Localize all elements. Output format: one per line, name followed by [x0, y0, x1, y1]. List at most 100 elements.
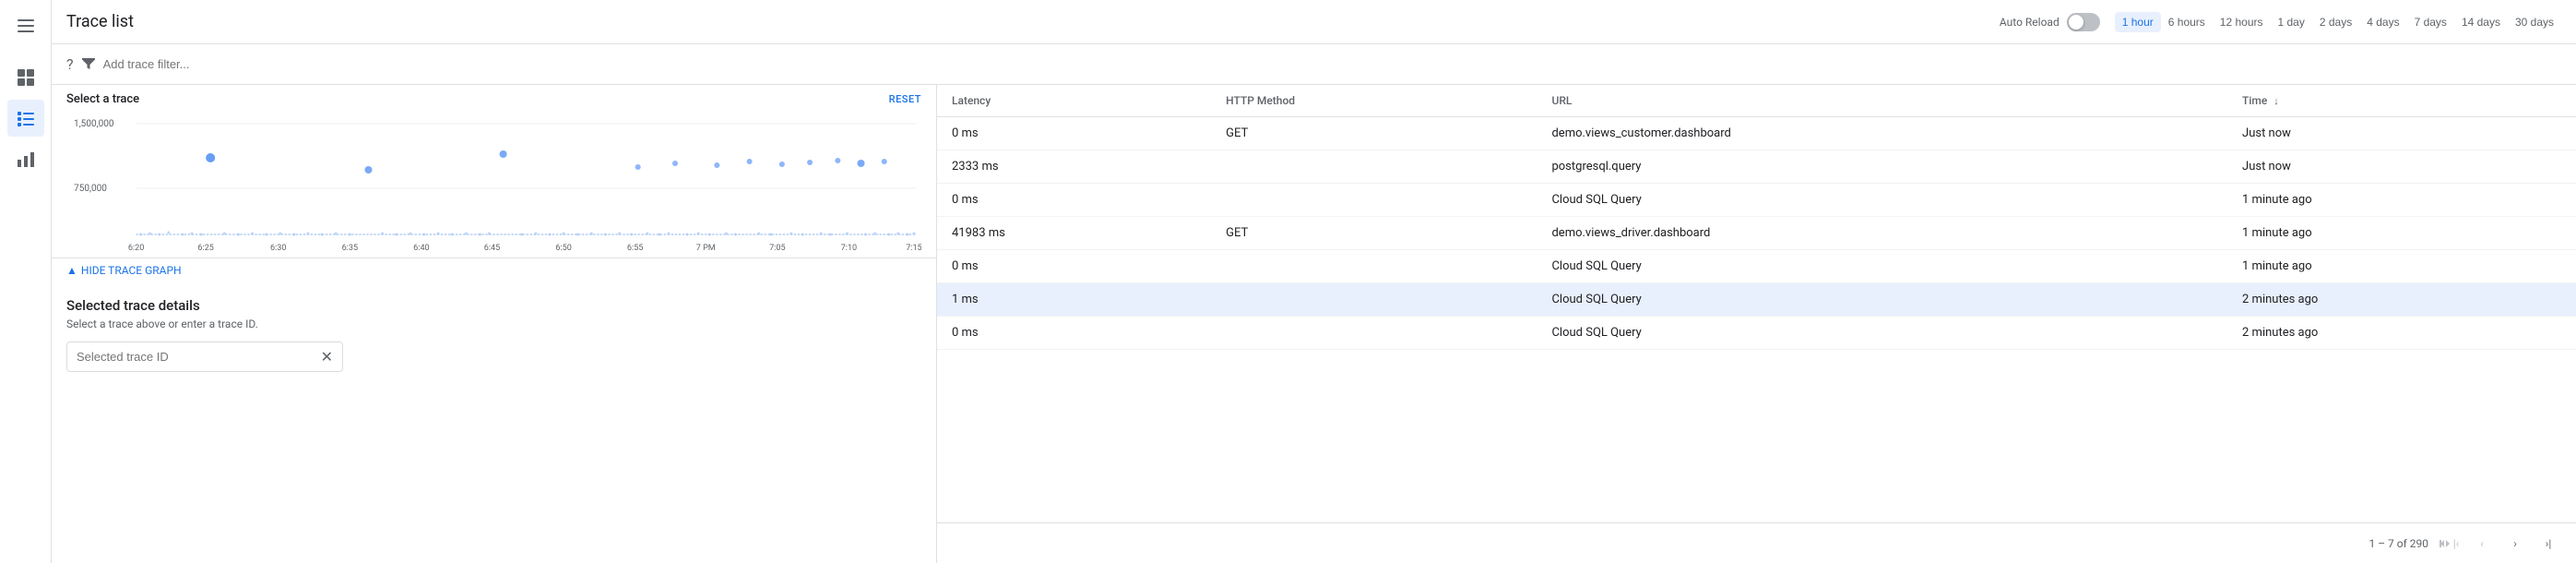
chart-dot[interactable]: [835, 158, 840, 163]
col-time[interactable]: Time ↓: [2227, 85, 2576, 117]
table-row[interactable]: 0 ms Cloud SQL Query 1 minute ago: [937, 250, 2576, 283]
time-1day[interactable]: 1 day: [2271, 12, 2312, 32]
chart-dot[interactable]: [882, 159, 887, 164]
col-method[interactable]: HTTP Method: [1211, 85, 1537, 117]
chart-icon[interactable]: [7, 140, 44, 177]
trace-table: Latency HTTP Method URL Time ↓ 0 ms GET …: [937, 85, 2576, 350]
cell-url: Cloud SQL Query: [1537, 283, 2227, 317]
trace-id-input-wrapper: ✕: [66, 341, 343, 372]
cell-latency: 1 ms: [937, 283, 1211, 317]
auto-reload-toggle[interactable]: [2067, 13, 2100, 31]
right-panel: Latency HTTP Method URL Time ↓ 0 ms GET …: [937, 85, 2576, 563]
cell-latency: 0 ms: [937, 317, 1211, 350]
prev-page-button[interactable]: ‹: [2469, 531, 2495, 557]
cell-time: 1 minute ago: [2227, 184, 2576, 217]
chart-dot[interactable]: [206, 153, 215, 162]
cell-url: demo.views_customer.dashboard: [1537, 117, 2227, 150]
time-7days[interactable]: 7 days: [2407, 12, 2454, 32]
time-1hour[interactable]: 1 hour: [2115, 12, 2161, 32]
time-30days[interactable]: 30 days: [2508, 12, 2561, 32]
sort-icon: ↓: [2273, 95, 2279, 107]
trace-details: Selected trace details Select a trace ab…: [52, 282, 936, 387]
x-label: 6:40: [413, 244, 429, 253]
x-label: 7:15: [906, 244, 921, 253]
auto-reload-label: Auto Reload: [2000, 16, 2060, 29]
cell-time: Just now: [2227, 150, 2576, 184]
clear-icon[interactable]: ✕: [321, 348, 333, 365]
col-url[interactable]: URL: [1537, 85, 2227, 117]
cell-url: Cloud SQL Query: [1537, 250, 2227, 283]
trace-details-title: Selected trace details: [66, 297, 921, 314]
table-footer: 1 – 7 of 290 |‹ ‹ › ›|: [937, 522, 2576, 563]
time-12hours[interactable]: 12 hours: [2213, 12, 2271, 32]
last-page-button[interactable]: ›|: [2535, 531, 2561, 557]
table-row[interactable]: 0 ms Cloud SQL Query 1 minute ago: [937, 184, 2576, 217]
cell-time: 2 minutes ago: [2227, 317, 2576, 350]
table-row[interactable]: 2333 ms postgresql.query Just now: [937, 150, 2576, 184]
cell-url: demo.views_driver.dashboard: [1537, 217, 2227, 250]
toggle-knob: [2069, 15, 2083, 30]
x-label: 6:45: [484, 244, 500, 253]
next-page-button[interactable]: ›: [2502, 531, 2528, 557]
cell-time: 1 minute ago: [2227, 217, 2576, 250]
sidebar: [0, 0, 52, 563]
cell-method: [1211, 150, 1537, 184]
table-row[interactable]: 0 ms Cloud SQL Query 2 minutes ago: [937, 317, 2576, 350]
x-label: 7:10: [841, 244, 857, 253]
filter-icon[interactable]: [81, 55, 96, 74]
hide-graph-bar[interactable]: ▲ HIDE TRACE GRAPH: [52, 258, 936, 282]
graph-header: Select a trace RESET: [52, 85, 936, 110]
chart-dot[interactable]: [857, 160, 864, 167]
hide-graph-label: HIDE TRACE GRAPH: [81, 264, 182, 277]
graph-title: Select a trace: [66, 92, 139, 106]
cell-url: Cloud SQL Query: [1537, 184, 2227, 217]
x-label: 6:35: [342, 244, 358, 253]
chart-dot[interactable]: [500, 150, 507, 158]
cell-latency: 0 ms: [937, 184, 1211, 217]
chart-svg: 1,500,000 750,000: [66, 110, 921, 258]
filter-input[interactable]: [103, 57, 2561, 71]
cell-method: GET: [1211, 117, 1537, 150]
table-row[interactable]: 1 ms Cloud SQL Query 2 minutes ago: [937, 283, 2576, 317]
cell-latency: 41983 ms: [937, 217, 1211, 250]
time-2days[interactable]: 2 days: [2312, 12, 2359, 32]
trace-details-subtitle: Select a trace above or enter a trace ID…: [66, 317, 921, 330]
table-container: Latency HTTP Method URL Time ↓ 0 ms GET …: [937, 85, 2576, 522]
cell-method: [1211, 283, 1537, 317]
x-label: 6:20: [128, 244, 144, 253]
trace-id-input[interactable]: [77, 350, 321, 364]
y-label-top: 1,500,000: [74, 119, 114, 129]
time-controls: Auto Reload 1 hour 6 hours 12 hours 1 da…: [2000, 12, 2561, 32]
cell-method: [1211, 184, 1537, 217]
table-row[interactable]: 0 ms GET demo.views_customer.dashboard J…: [937, 117, 2576, 150]
chart-dot[interactable]: [714, 162, 719, 168]
dashboard-icon[interactable]: [7, 59, 44, 96]
chart-dot[interactable]: [635, 164, 641, 170]
first-page-button[interactable]: |‹: [2436, 531, 2462, 557]
chart-dot[interactable]: [672, 161, 678, 166]
x-label: 7 PM: [696, 244, 716, 253]
chart-dot[interactable]: [807, 160, 813, 165]
table-row[interactable]: 41983 ms GET demo.views_driver.dashboard…: [937, 217, 2576, 250]
x-label: 6:25: [197, 244, 213, 253]
cell-method: [1211, 250, 1537, 283]
col-latency[interactable]: Latency: [937, 85, 1211, 117]
cell-time: 2 minutes ago: [2227, 283, 2576, 317]
reset-button[interactable]: RESET: [889, 93, 921, 105]
x-label: 6:55: [627, 244, 643, 253]
filter-bar: ?: [52, 44, 2576, 85]
time-4days[interactable]: 4 days: [2359, 12, 2406, 32]
top-bar: Trace list Auto Reload 1 hour 6 hours 12…: [52, 0, 2576, 44]
chart-dot[interactable]: [779, 162, 785, 167]
chart-dot[interactable]: [364, 166, 372, 174]
chart-dot[interactable]: [747, 159, 753, 164]
x-label: 7:05: [769, 244, 785, 253]
help-icon[interactable]: ?: [66, 55, 74, 73]
menu-icon[interactable]: [7, 7, 44, 44]
x-label: 6:50: [555, 244, 571, 253]
list-icon[interactable]: [7, 100, 44, 137]
cell-latency: 0 ms: [937, 117, 1211, 150]
cell-time: Just now: [2227, 117, 2576, 150]
time-14days[interactable]: 14 days: [2454, 12, 2508, 32]
time-6hours[interactable]: 6 hours: [2161, 12, 2213, 32]
